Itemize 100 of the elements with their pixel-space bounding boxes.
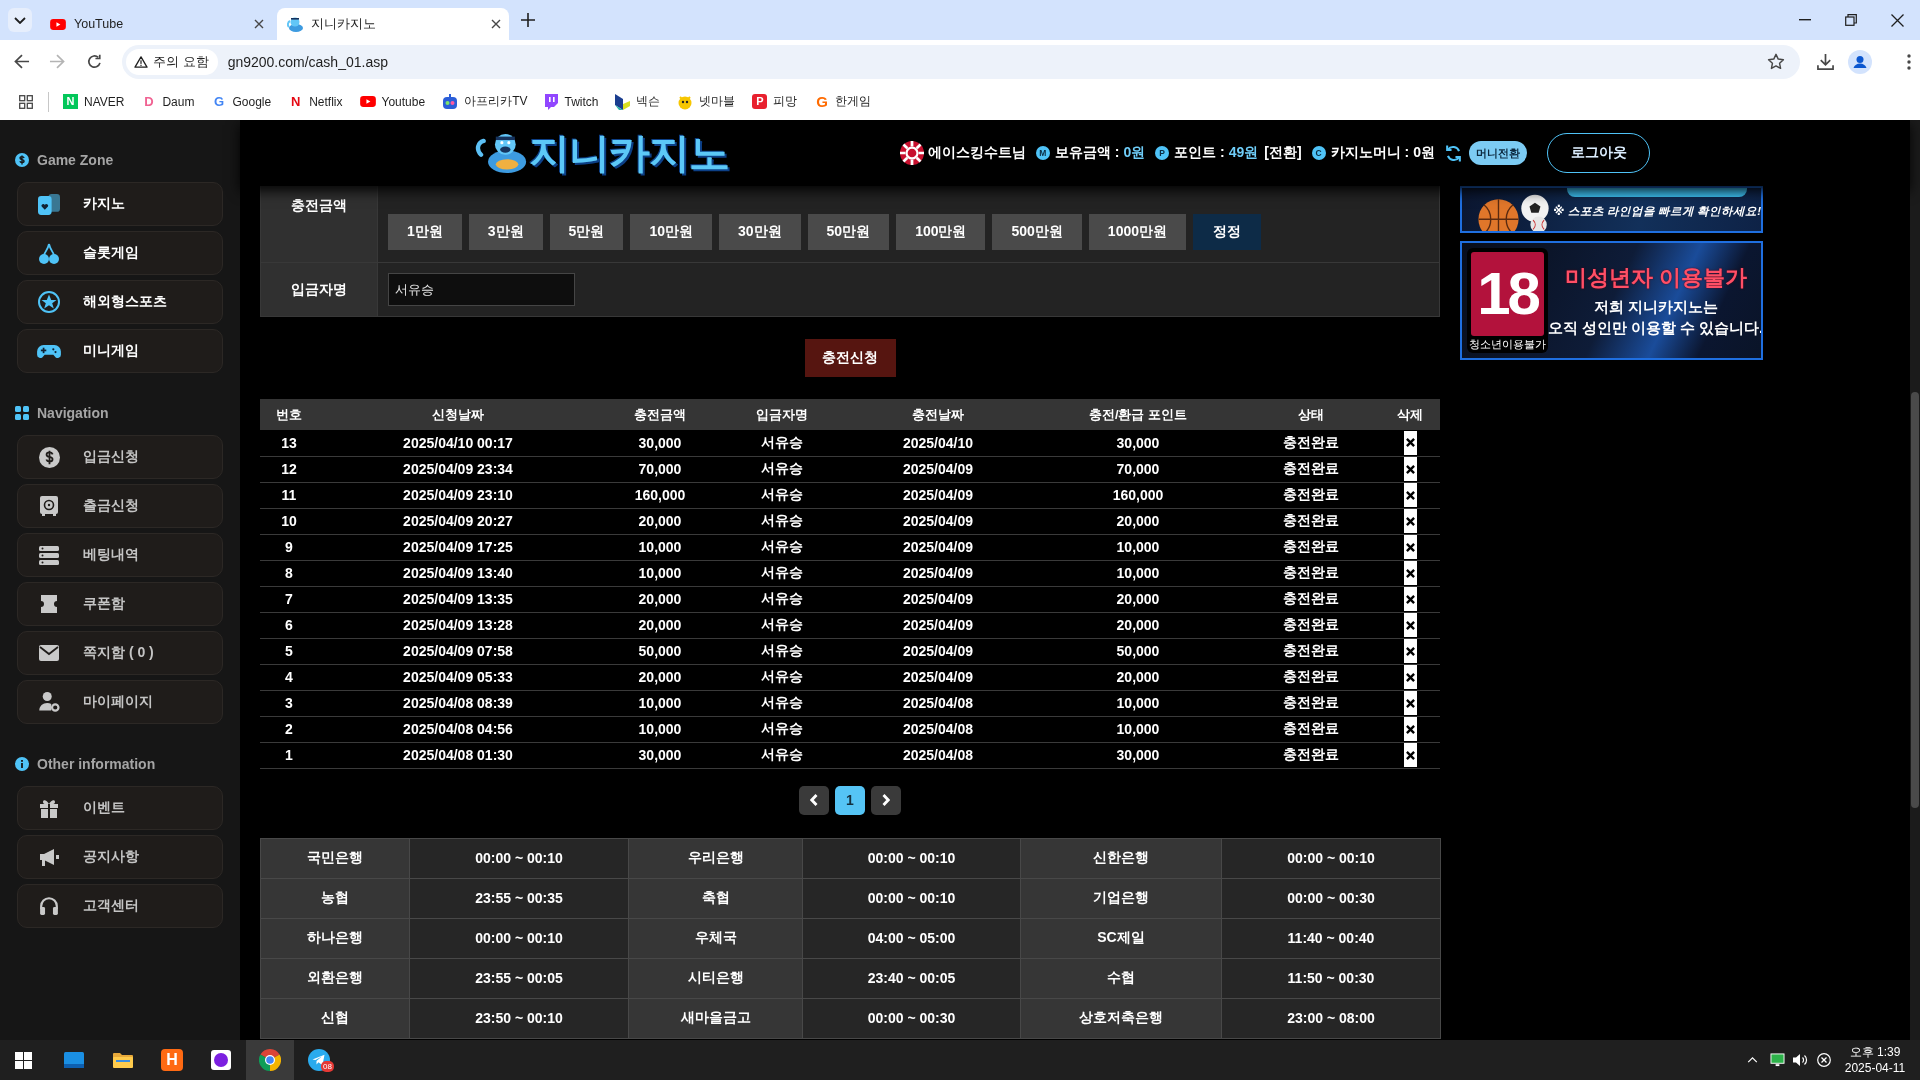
sidebar-item[interactable]: 쿠폰함 bbox=[17, 582, 223, 626]
delete-button[interactable] bbox=[1403, 483, 1417, 507]
bookmark[interactable]: 넷마블 bbox=[677, 93, 736, 110]
reload-icon[interactable] bbox=[86, 54, 102, 69]
bookmark[interactable]: P 피망 bbox=[752, 93, 798, 110]
delete-button[interactable] bbox=[1403, 691, 1417, 715]
page-button[interactable]: 1 bbox=[835, 785, 865, 815]
next-page-button[interactable] bbox=[871, 785, 901, 815]
apps-grid-icon[interactable] bbox=[19, 94, 33, 109]
delete-button[interactable] bbox=[1403, 613, 1417, 637]
x-icon bbox=[1405, 724, 1415, 734]
close-icon[interactable] bbox=[1890, 13, 1904, 27]
bookmark[interactable]: Youtube bbox=[359, 94, 426, 109]
speaker-icon[interactable] bbox=[1792, 1053, 1808, 1067]
menu-icon[interactable] bbox=[1907, 53, 1911, 70]
sports-banner[interactable]: ※ 스포츠 라인업을 빠르게 확인하세요! bbox=[1460, 186, 1763, 233]
delete-button[interactable] bbox=[1403, 743, 1417, 767]
amount-button[interactable]: 3만원 bbox=[468, 214, 543, 250]
refresh-icon[interactable] bbox=[1445, 143, 1462, 163]
taskbar-button[interactable] bbox=[246, 1040, 294, 1080]
delete-button[interactable] bbox=[1403, 717, 1417, 741]
sidebar-item[interactable]: 미니게임 bbox=[17, 329, 223, 373]
sidebar-item[interactable]: 고객센터 bbox=[17, 884, 223, 928]
sidebar-item[interactable]: 마이페이지 bbox=[17, 680, 223, 724]
charge-request-button[interactable]: 충전신청 bbox=[804, 339, 896, 377]
delete-button[interactable] bbox=[1403, 639, 1417, 663]
close-icon[interactable] bbox=[254, 19, 264, 29]
amount-button[interactable]: 100만원 bbox=[896, 214, 986, 250]
delete-button[interactable] bbox=[1403, 457, 1417, 481]
address-bar[interactable]: 주의 요함 gn9200.com/cash_01.asp bbox=[122, 44, 1800, 79]
browser-tab[interactable]: 지니카지노 bbox=[277, 8, 509, 40]
logo-text[interactable]: 지니카지노 bbox=[529, 132, 729, 174]
table-cell: 충전완료 bbox=[1242, 612, 1380, 638]
sidebar-item[interactable]: 공지사항 bbox=[17, 835, 223, 879]
sidebar-item[interactable]: 이벤트 bbox=[17, 786, 223, 830]
download-icon[interactable] bbox=[1817, 53, 1834, 70]
table-cell: 서유승 bbox=[722, 456, 842, 482]
chat-bubble-icon bbox=[544, 93, 559, 110]
browser-tab[interactable]: YouTube bbox=[40, 8, 272, 40]
bookmark[interactable]: D Daum bbox=[141, 94, 195, 109]
sidebar-item[interactable]: 카지노 bbox=[17, 182, 223, 226]
bookmark[interactable]: N Netflix bbox=[288, 94, 343, 109]
logout-button[interactable]: 로그아웃 bbox=[1547, 133, 1650, 173]
taskbar-button[interactable]: 08 bbox=[295, 1040, 343, 1080]
chevron-up-icon[interactable] bbox=[1747, 1057, 1758, 1063]
depositor-name-field[interactable]: 서유승 bbox=[388, 273, 575, 306]
table-cell: 서유승 bbox=[722, 690, 842, 716]
bookmark[interactable]: G Google bbox=[211, 94, 272, 109]
network-icon[interactable] bbox=[1770, 1053, 1785, 1067]
x-circle-icon[interactable] bbox=[1817, 1053, 1831, 1067]
delete-button[interactable] bbox=[1403, 509, 1417, 533]
amount-button[interactable]: 10만원 bbox=[630, 214, 712, 250]
bank-name-cell: 우체국 bbox=[628, 918, 803, 958]
windows-logo-icon[interactable] bbox=[14, 1051, 32, 1069]
folder-icon bbox=[113, 1052, 133, 1068]
sidebar-item[interactable]: 슬롯게임 bbox=[17, 231, 223, 275]
plus-icon[interactable] bbox=[521, 13, 535, 27]
delete-button[interactable] bbox=[1403, 430, 1417, 455]
previous-page-button[interactable] bbox=[799, 785, 829, 815]
tab-search-button[interactable] bbox=[8, 8, 32, 32]
security-chip[interactable]: 주의 요함 bbox=[126, 48, 218, 75]
hours-cell: 00:00 ~ 00:10 bbox=[802, 838, 1021, 878]
scrollbar[interactable] bbox=[1910, 120, 1920, 1040]
bookmark[interactable]: 아프리카TV bbox=[442, 93, 528, 110]
amount-button[interactable]: 1만원 bbox=[388, 214, 462, 250]
window-icon bbox=[64, 1052, 84, 1068]
delete-button[interactable] bbox=[1403, 561, 1417, 585]
amount-button[interactable]: 50만원 bbox=[807, 214, 890, 250]
sidebar-item[interactable]: 출금신청 bbox=[17, 484, 223, 528]
reset-button[interactable]: 정정 bbox=[1193, 214, 1261, 250]
money-convert-button[interactable]: 머니전환 bbox=[1469, 141, 1527, 165]
table-cell: 20,000 bbox=[598, 664, 722, 690]
hours-cell: 23:55 ~ 00:35 bbox=[409, 878, 629, 918]
bookmark[interactable]: 넥슨 bbox=[615, 93, 661, 110]
bookmark-star-icon[interactable] bbox=[1767, 53, 1785, 70]
delete-button[interactable] bbox=[1403, 665, 1417, 689]
table-cell: 2025/04/09 bbox=[842, 456, 1034, 482]
sidebar-item[interactable]: 해외형스포츠 bbox=[17, 280, 223, 324]
sidebar-item[interactable]: 입금신청 bbox=[17, 435, 223, 479]
sidebar-item[interactable]: 쪽지함 ( 0 ) bbox=[17, 631, 223, 675]
minimize-icon[interactable] bbox=[1799, 19, 1811, 21]
delete-button[interactable] bbox=[1403, 535, 1417, 559]
amount-button[interactable]: 30만원 bbox=[718, 214, 801, 250]
bookmark[interactable]: N NAVER bbox=[63, 94, 125, 109]
character-icon bbox=[677, 93, 694, 110]
scrollbar-thumb[interactable] bbox=[1911, 392, 1919, 808]
close-icon[interactable] bbox=[491, 19, 501, 29]
convert-link[interactable]: [전환] bbox=[1264, 144, 1302, 162]
amount-button[interactable]: 1000만원 bbox=[1088, 214, 1186, 250]
back-icon[interactable] bbox=[14, 54, 30, 69]
cards-icon bbox=[38, 193, 60, 215]
amount-button[interactable]: 500만원 bbox=[992, 214, 1082, 250]
restore-icon[interactable] bbox=[1845, 14, 1857, 26]
bookmark[interactable]: G 한게임 bbox=[814, 93, 872, 110]
amount-button[interactable]: 5만원 bbox=[549, 214, 624, 250]
table-cell: 2025/04/08 04:56 bbox=[318, 716, 598, 742]
profile-icon[interactable] bbox=[1848, 49, 1872, 74]
bookmark[interactable]: Twitch bbox=[544, 93, 599, 110]
sidebar-item[interactable]: 베팅내역 bbox=[17, 533, 223, 577]
delete-button[interactable] bbox=[1403, 587, 1417, 611]
